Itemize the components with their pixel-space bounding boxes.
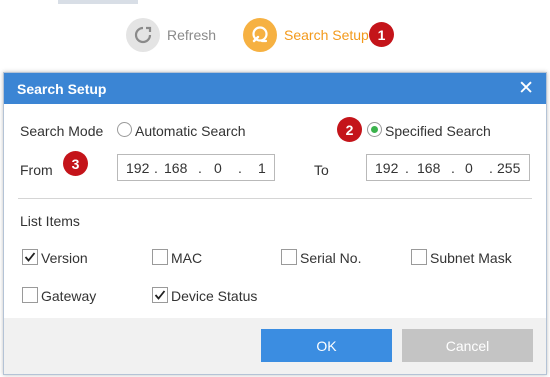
automatic-search-radio[interactable] xyxy=(117,122,132,137)
device-status-label[interactable]: Device Status xyxy=(171,288,257,304)
specified-search-label[interactable]: Specified Search xyxy=(385,123,491,139)
automatic-search-label[interactable]: Automatic Search xyxy=(135,123,246,139)
to-ip-octet-2: 168 xyxy=(417,160,441,176)
serial-no-checkbox[interactable] xyxy=(281,249,297,265)
step-badge-2: 2 xyxy=(337,117,362,142)
search-setup-dialog: Search Setup ✕ Search Mode Automatic Sea… xyxy=(3,72,547,375)
search-setup-icon xyxy=(243,18,277,52)
ip-dot: . xyxy=(154,160,158,176)
search-setup-label: Search Setup xyxy=(284,27,369,43)
mac-label[interactable]: MAC xyxy=(171,250,202,266)
to-ip-octet-1: 192 xyxy=(375,160,399,176)
step-badge-1: 1 xyxy=(369,22,394,47)
ok-button[interactable]: OK xyxy=(261,329,392,362)
list-items-label: List Items xyxy=(20,213,80,229)
gateway-checkbox[interactable] xyxy=(22,287,38,303)
search-mode-label: Search Mode xyxy=(20,123,104,139)
section-divider xyxy=(18,198,532,199)
dialog-title-bar: Search Setup ✕ xyxy=(4,73,546,104)
from-ip-octet-4: 1 xyxy=(258,160,266,176)
ip-dot: . xyxy=(489,160,493,176)
gateway-label[interactable]: Gateway xyxy=(41,288,96,304)
check-icon xyxy=(154,290,166,300)
serial-no-label[interactable]: Serial No. xyxy=(300,250,361,266)
close-icon[interactable]: ✕ xyxy=(518,77,534,100)
to-ip-octet-4: 255 xyxy=(497,160,521,176)
to-ip-field[interactable]: 192 . 168 . 0 . 255 xyxy=(366,154,530,181)
dialog-footer: OK Cancel xyxy=(4,318,546,374)
search-setup-button[interactable]: Search Setup xyxy=(243,15,369,55)
from-ip-octet-2: 168 xyxy=(164,160,188,176)
mac-checkbox[interactable] xyxy=(152,249,168,265)
dialog-title: Search Setup xyxy=(17,81,107,97)
device-status-checkbox[interactable] xyxy=(152,287,168,303)
specified-search-radio[interactable] xyxy=(367,122,382,137)
from-label: From xyxy=(20,162,53,178)
version-checkbox[interactable] xyxy=(22,249,38,265)
check-icon xyxy=(24,252,36,262)
step-badge-3: 3 xyxy=(63,151,88,176)
from-ip-octet-1: 192 xyxy=(126,160,150,176)
to-ip-octet-3: 0 xyxy=(465,160,473,176)
refresh-button[interactable]: Refresh xyxy=(126,15,216,55)
version-label[interactable]: Version xyxy=(41,250,88,266)
refresh-label: Refresh xyxy=(167,27,217,43)
ip-dot: . xyxy=(198,160,202,176)
to-label: To xyxy=(314,162,329,178)
top-edge-shade xyxy=(58,0,138,4)
subnet-mask-checkbox[interactable] xyxy=(411,249,427,265)
subnet-mask-label[interactable]: Subnet Mask xyxy=(430,250,512,266)
ip-dot: . xyxy=(405,160,409,176)
top-toolbar: Refresh Search Setup 1 xyxy=(0,0,550,70)
ip-dot: . xyxy=(238,160,242,176)
from-ip-field[interactable]: 192 . 168 . 0 . 1 xyxy=(117,154,275,181)
refresh-icon xyxy=(126,18,160,52)
cancel-button[interactable]: Cancel xyxy=(402,329,533,362)
ip-dot: . xyxy=(451,160,455,176)
from-ip-octet-3: 0 xyxy=(214,160,222,176)
